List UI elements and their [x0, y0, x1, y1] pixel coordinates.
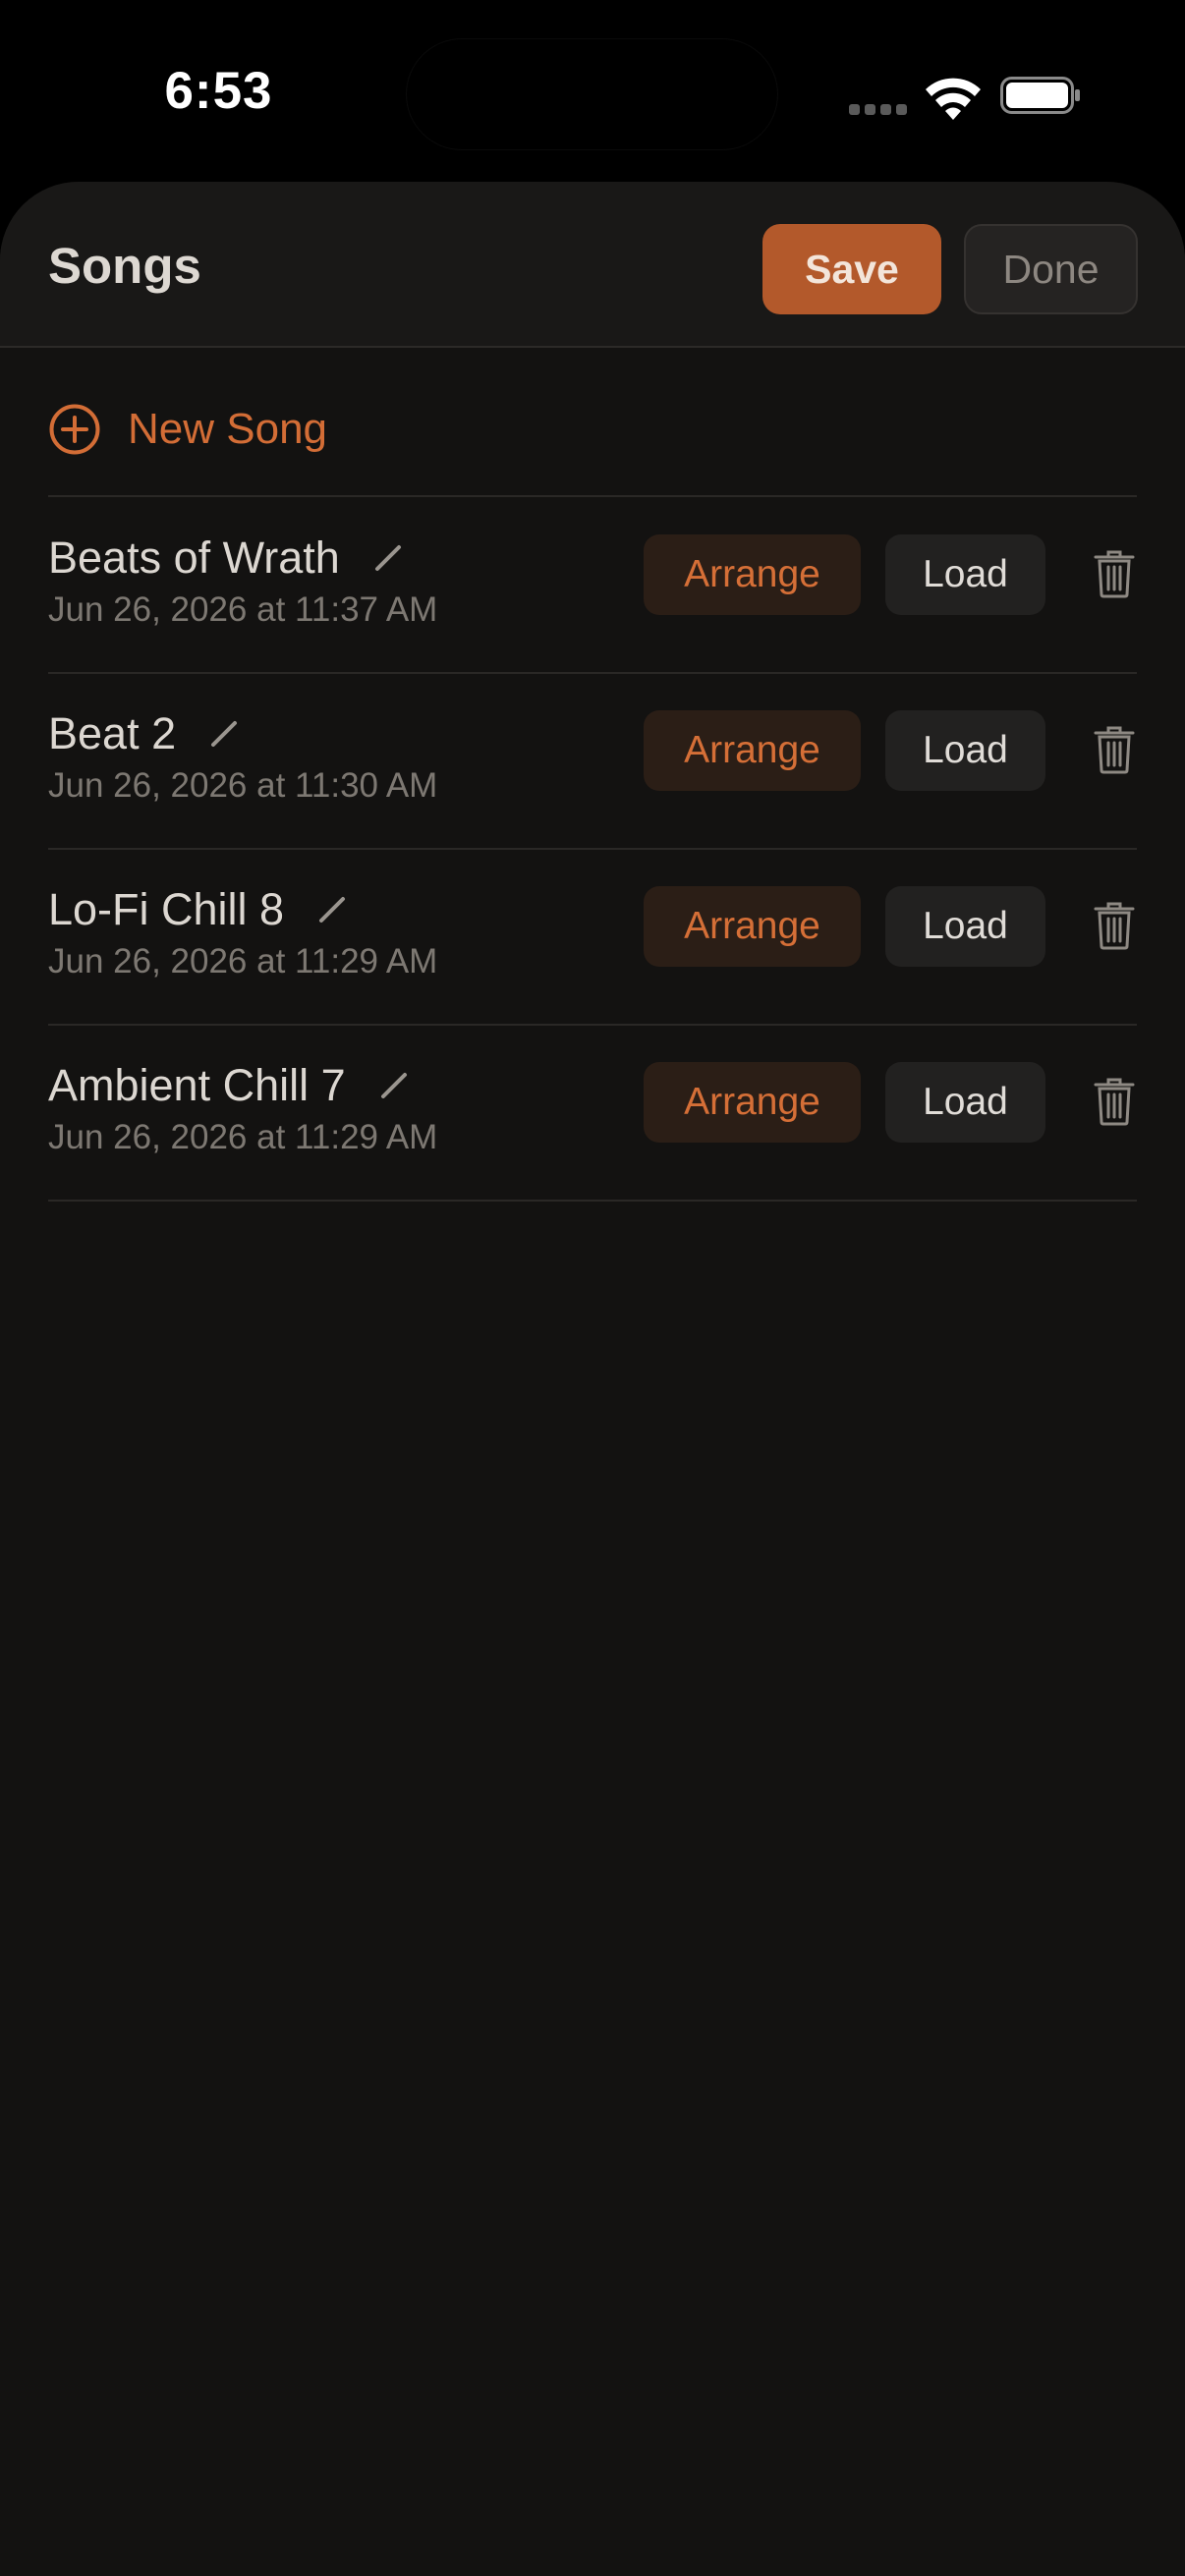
sheet-header: Songs Save Done: [0, 182, 1185, 348]
song-title-group: Beat 2: [48, 704, 239, 763]
trash-icon[interactable]: [1094, 1077, 1135, 1126]
page-title: Songs: [48, 238, 201, 294]
save-button[interactable]: Save: [762, 224, 941, 314]
load-button[interactable]: Load: [885, 1062, 1045, 1143]
cellular-signal-icon: [849, 102, 908, 116]
song-row: Lo-Fi Chill 8 Jun 26, 2026 at 11:29 AM A…: [0, 849, 1185, 1024]
battery-icon: [1000, 77, 1080, 114]
song-name: Lo-Fi Chill 8: [48, 884, 285, 934]
arrange-button[interactable]: Arrange: [644, 1062, 861, 1143]
status-time: 6:53: [164, 62, 273, 120]
pencil-icon[interactable]: [209, 719, 239, 749]
trash-icon[interactable]: [1094, 725, 1135, 774]
plus-circle-icon: [49, 404, 100, 455]
new-song-button[interactable]: New Song: [48, 400, 327, 459]
song-name: Beat 2: [48, 708, 177, 758]
song-date: Jun 26, 2026 at 11:29 AM: [48, 1118, 438, 1156]
load-button[interactable]: Load: [885, 710, 1045, 791]
arrange-button[interactable]: Arrange: [644, 710, 861, 791]
trash-icon[interactable]: [1094, 549, 1135, 598]
status-bar: 6:53: [0, 0, 1185, 187]
song-row: Ambient Chill 7 Jun 26, 2026 at 11:29 AM…: [0, 1025, 1185, 1200]
arrange-button[interactable]: Arrange: [644, 886, 861, 967]
trash-icon[interactable]: [1094, 901, 1135, 950]
load-button[interactable]: Load: [885, 886, 1045, 967]
arrange-button[interactable]: Arrange: [644, 534, 861, 615]
divider: [48, 1200, 1137, 1202]
song-title-group: Beats of Wrath: [48, 529, 403, 588]
pencil-icon[interactable]: [317, 895, 347, 924]
done-button[interactable]: Done: [964, 224, 1138, 314]
pencil-icon[interactable]: [379, 1071, 409, 1100]
song-row: Beat 2 Jun 26, 2026 at 11:30 AM Arrange …: [0, 673, 1185, 848]
wifi-icon: [926, 78, 981, 120]
songs-sheet: Songs Save Done New Song Beats of Wrath …: [0, 182, 1185, 2576]
load-button[interactable]: Load: [885, 534, 1045, 615]
dynamic-island: [407, 39, 777, 149]
song-date: Jun 26, 2026 at 11:29 AM: [48, 942, 438, 980]
song-date: Jun 26, 2026 at 11:30 AM: [48, 766, 438, 805]
song-title-group: Lo-Fi Chill 8: [48, 880, 347, 939]
song-title-group: Ambient Chill 7: [48, 1056, 409, 1115]
song-name: Ambient Chill 7: [48, 1060, 346, 1110]
song-row: Beats of Wrath Jun 26, 2026 at 11:37 AM …: [0, 497, 1185, 672]
pencil-icon[interactable]: [373, 543, 403, 573]
song-date: Jun 26, 2026 at 11:37 AM: [48, 590, 438, 629]
new-song-label: New Song: [128, 405, 328, 453]
song-name: Beats of Wrath: [48, 532, 340, 583]
